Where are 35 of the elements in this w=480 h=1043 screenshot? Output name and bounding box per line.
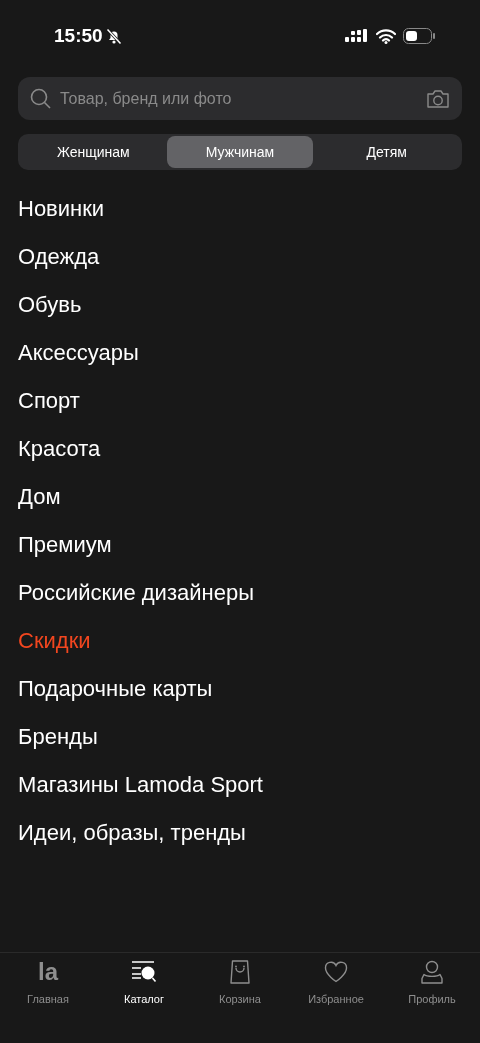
- tab-bar-item[interactable]: la Главная: [0, 959, 96, 1043]
- category-item[interactable]: Дом: [18, 479, 61, 513]
- segment-tab[interactable]: Детям: [313, 136, 460, 168]
- tab-bar-item[interactable]: Профиль: [384, 959, 480, 1043]
- category-item[interactable]: Подарочные карты: [18, 671, 213, 705]
- segment-tab[interactable]: Женщинам: [20, 136, 167, 168]
- category-item[interactable]: Российские дизайнеры: [18, 575, 254, 609]
- signal-icon: [345, 29, 369, 43]
- category-item[interactable]: Спорт: [18, 383, 80, 417]
- category-item[interactable]: Скидки: [18, 623, 91, 657]
- logo: la: [38, 960, 58, 984]
- category-item[interactable]: Идеи, образы, тренды: [18, 815, 246, 849]
- bag-icon: [230, 960, 250, 984]
- category-item[interactable]: Премиум: [18, 527, 112, 561]
- segment-tab[interactable]: Мужчинам: [166, 136, 314, 168]
- search-field[interactable]: Товар, бренд или фото: [60, 86, 418, 111]
- tab-bar-item[interactable]: Избранное: [288, 959, 384, 1043]
- wifi-icon: [376, 28, 396, 44]
- battery-icon: [403, 28, 436, 44]
- tab-bar-item[interactable]: Корзина: [192, 959, 288, 1043]
- category-item[interactable]: Бренды: [18, 719, 98, 753]
- category-item[interactable]: Красота: [18, 431, 101, 465]
- category-item[interactable]: Обувь: [18, 287, 82, 321]
- category-item[interactable]: Новинки: [18, 191, 105, 225]
- category-item[interactable]: Аксессуары: [18, 335, 139, 369]
- status-time: 15:50: [54, 23, 103, 48]
- heart-icon: [324, 961, 348, 983]
- search-icon: [30, 87, 52, 110]
- tab-bar-item[interactable]: Каталог: [96, 959, 192, 1043]
- category-item[interactable]: Одежда: [18, 239, 100, 273]
- profile-icon: [421, 960, 443, 984]
- catalog-search-icon: [131, 961, 157, 983]
- search-bar[interactable]: Товар, бренд или фото: [18, 77, 462, 120]
- category-item[interactable]: Магазины Lamoda Sport: [18, 767, 263, 801]
- camera-icon[interactable]: [426, 88, 450, 109]
